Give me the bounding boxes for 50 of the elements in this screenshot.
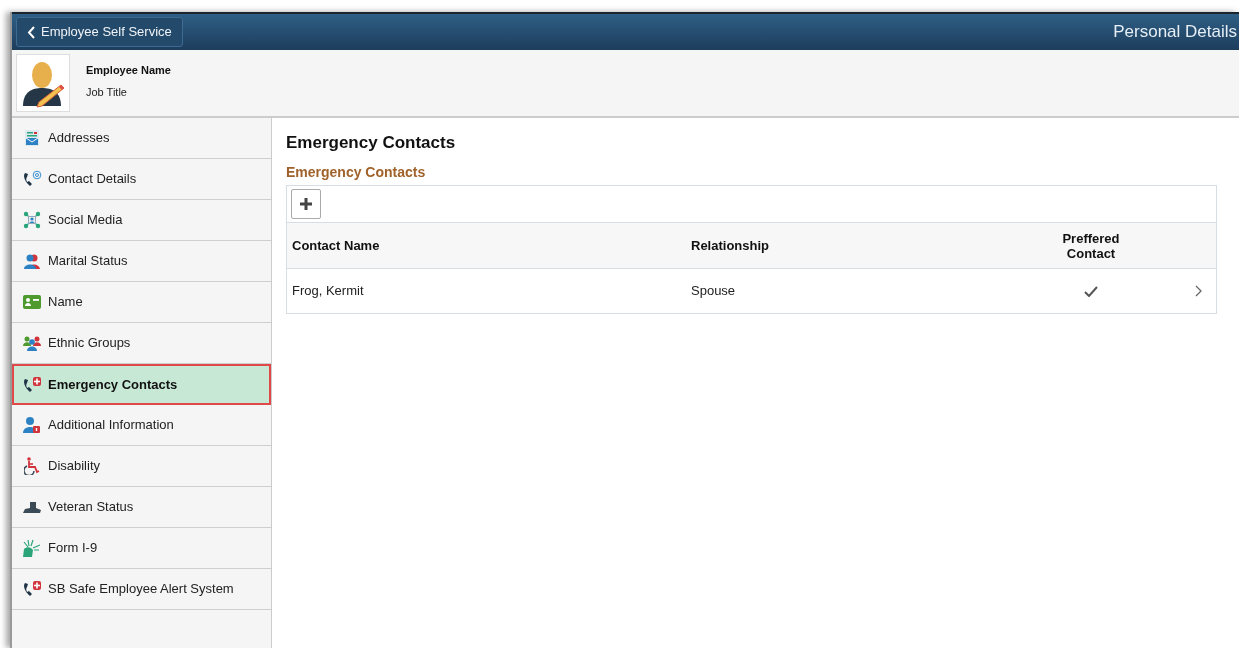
sidebar-item-label: Name xyxy=(48,293,83,312)
sidebar-item-label: Form I-9 xyxy=(48,539,98,558)
sidebar-item[interactable]: Social Media xyxy=(12,200,271,241)
sidebar-item-label: Veteran Status xyxy=(48,498,134,517)
phone-cross-icon xyxy=(22,580,42,598)
table-row[interactable]: Frog, Kermit Spouse xyxy=(287,269,1216,313)
sidebar-item-label: SB Safe Employee Alert System xyxy=(48,580,234,599)
sidebar-item-label: Additional Information xyxy=(48,416,174,435)
add-button[interactable] xyxy=(291,189,321,219)
sidebar-item[interactable]: Emergency Contacts xyxy=(12,364,271,405)
plus-icon xyxy=(299,197,313,211)
id-card-icon xyxy=(23,294,41,310)
column-header: Relationship xyxy=(691,236,770,255)
page-title: Personal Details xyxy=(1113,21,1238,44)
sidebar-item-label: Contact Details xyxy=(48,170,137,189)
sidebar-item[interactable]: Contact Details xyxy=(12,159,271,200)
wheelchair-icon xyxy=(24,457,40,475)
back-button[interactable]: Employee Self Service xyxy=(16,17,183,47)
hat-icon xyxy=(22,500,42,514)
sidebar-item-label: Addresses xyxy=(48,129,110,148)
person-lock-icon xyxy=(23,416,41,434)
sidebar-item[interactable]: SB Safe Employee Alert System xyxy=(12,569,271,610)
sidebar-item[interactable]: Disability xyxy=(12,446,271,487)
sidebar-item[interactable]: Name xyxy=(12,282,271,323)
table-cell-text: Spouse xyxy=(691,282,737,301)
address-card-icon xyxy=(24,129,40,147)
sidebar-item[interactable]: Form I-9 xyxy=(12,528,271,569)
content-title: Emergency Contacts xyxy=(286,132,457,154)
table-cell-text: Frog, Kermit xyxy=(291,282,365,301)
sidebar-item-label: Ethnic Groups xyxy=(48,334,131,353)
column-header: Contact Name xyxy=(291,236,381,255)
sidebar-item-label: Emergency Contacts xyxy=(48,375,178,394)
sidebar-item[interactable]: Marital Status xyxy=(12,241,271,282)
job-title: Job Title xyxy=(86,85,128,100)
sidebar-item[interactable]: Veteran Status xyxy=(12,487,271,528)
column-header: Preffered Contact xyxy=(1061,230,1121,261)
sidebar-item-label: Disability xyxy=(48,457,100,476)
sidebar-item[interactable]: Additional Information xyxy=(12,405,271,446)
torch-icon xyxy=(22,539,42,557)
sidebar-item-label: Marital Status xyxy=(48,252,128,271)
chevron-left-icon xyxy=(27,25,35,39)
section-title: Emergency Contacts xyxy=(286,163,427,182)
sidebar-item[interactable]: Addresses xyxy=(12,118,271,159)
group-icon xyxy=(23,335,41,351)
phone-cross-icon xyxy=(22,375,42,394)
employee-name: Employee Name xyxy=(86,62,171,78)
couple-icon xyxy=(23,253,41,269)
sidebar-item-label: Social Media xyxy=(48,211,123,230)
network-icon xyxy=(23,211,41,229)
chevron-right-icon xyxy=(1195,285,1202,297)
